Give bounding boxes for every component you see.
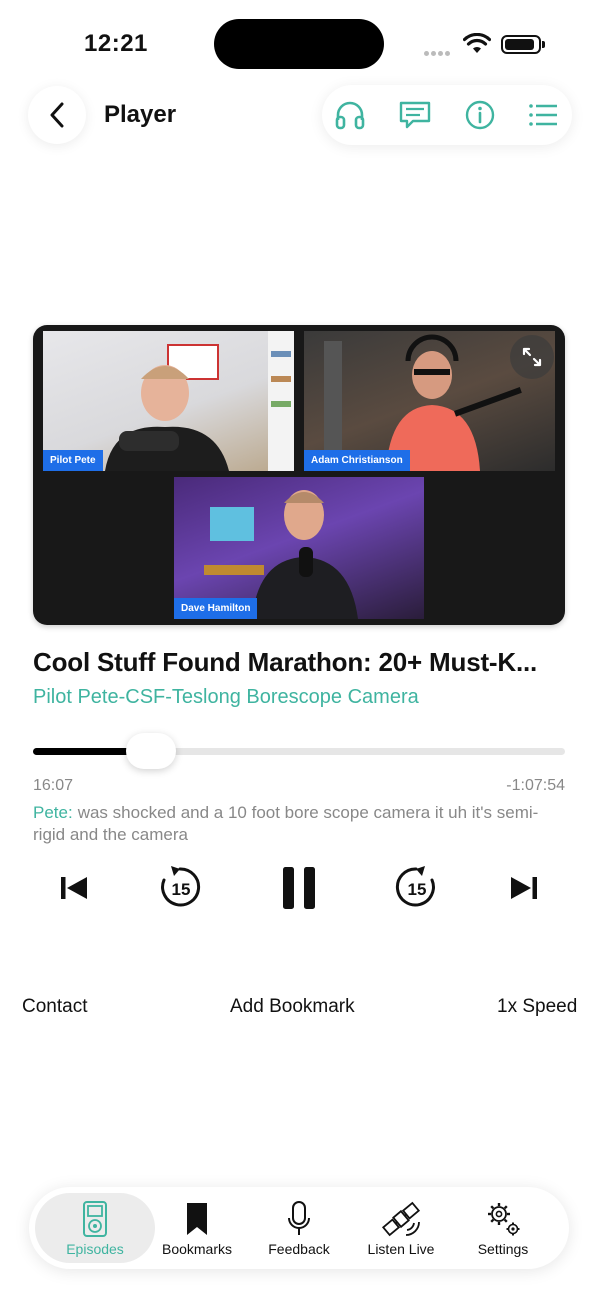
forward-15-button[interactable]: 15: [394, 864, 440, 912]
progress-track[interactable]: [33, 733, 565, 769]
add-bookmark-button[interactable]: Add Bookmark: [230, 996, 355, 1018]
rewind-seconds-label: 15: [171, 880, 191, 899]
participant-name-tag: Pilot Pete: [43, 450, 103, 471]
player-toolbar: [322, 85, 572, 145]
video-player[interactable]: Pilot Pete Adam Christianson Dave Hamilt…: [33, 325, 565, 625]
video-tile-dave-hamilton: Dave Hamilton: [174, 477, 424, 619]
progress-thumb[interactable]: [126, 733, 176, 769]
tab-label: Feedback: [268, 1241, 330, 1257]
rewind-15-button[interactable]: 15: [158, 864, 204, 912]
transcript-text: was shocked and a 10 foot bore scope cam…: [33, 803, 539, 844]
elapsed-time: 16:07: [33, 777, 74, 794]
contact-button[interactable]: Contact: [22, 996, 87, 1018]
skip-next-icon: [511, 877, 537, 899]
back-button[interactable]: [28, 86, 86, 144]
forward-seconds-label: 15: [407, 880, 427, 899]
page-title: Player: [104, 101, 177, 128]
progress-fill: [33, 748, 134, 755]
headphones-icon[interactable]: [332, 97, 368, 133]
battery-icon: [501, 35, 545, 54]
chevron-left-icon: [50, 102, 64, 128]
tab-label: Bookmarks: [161, 1241, 233, 1257]
expand-icon: [522, 347, 542, 367]
skip-previous-icon: [61, 877, 87, 899]
playback-speed-button[interactable]: 1x Speed: [497, 996, 577, 1018]
bookmark-icon: [187, 1203, 207, 1235]
cellular-signal-icon: [424, 43, 452, 61]
tab-label: Episodes: [66, 1241, 124, 1257]
list-icon[interactable]: [525, 97, 561, 133]
previous-button[interactable]: [54, 868, 94, 908]
chat-icon[interactable]: [397, 97, 433, 133]
live-transcript: Pete: was shocked and a 10 foot bore scop…: [33, 802, 565, 846]
microphone-icon: [288, 1201, 310, 1235]
ipod-icon: [83, 1201, 107, 1237]
transcript-speaker: Pete:: [33, 803, 73, 822]
status-time: 12:21: [84, 30, 148, 57]
bottom-tab-bar: Episodes Bookmarks Feedback Listen Live: [29, 1187, 569, 1269]
expand-video-button[interactable]: [510, 335, 554, 379]
chapter-title[interactable]: Pilot Pete-CSF-Teslong Borescope Camera: [33, 686, 419, 709]
video-tile-pilot-pete: Pilot Pete: [43, 331, 294, 471]
dynamic-island: [214, 19, 384, 69]
episode-title: Cool Stuff Found Marathon: 20+ Must-K...: [33, 647, 538, 677]
tab-label: Listen Live: [367, 1241, 435, 1257]
tab-settings[interactable]: Settings: [443, 1193, 563, 1263]
pause-button[interactable]: [278, 864, 320, 912]
participant-name-tag: Adam Christianson: [304, 450, 410, 471]
wifi-icon: [462, 32, 492, 60]
remaining-time: -1:07:54: [506, 777, 565, 794]
satellite-icon: [381, 1201, 421, 1237]
tab-label: Settings: [477, 1241, 529, 1257]
next-button[interactable]: [504, 868, 544, 908]
pause-icon: [283, 867, 315, 909]
gears-icon: [488, 1203, 520, 1236]
participant-name-tag: Dave Hamilton: [174, 598, 258, 619]
info-icon[interactable]: [462, 97, 498, 133]
